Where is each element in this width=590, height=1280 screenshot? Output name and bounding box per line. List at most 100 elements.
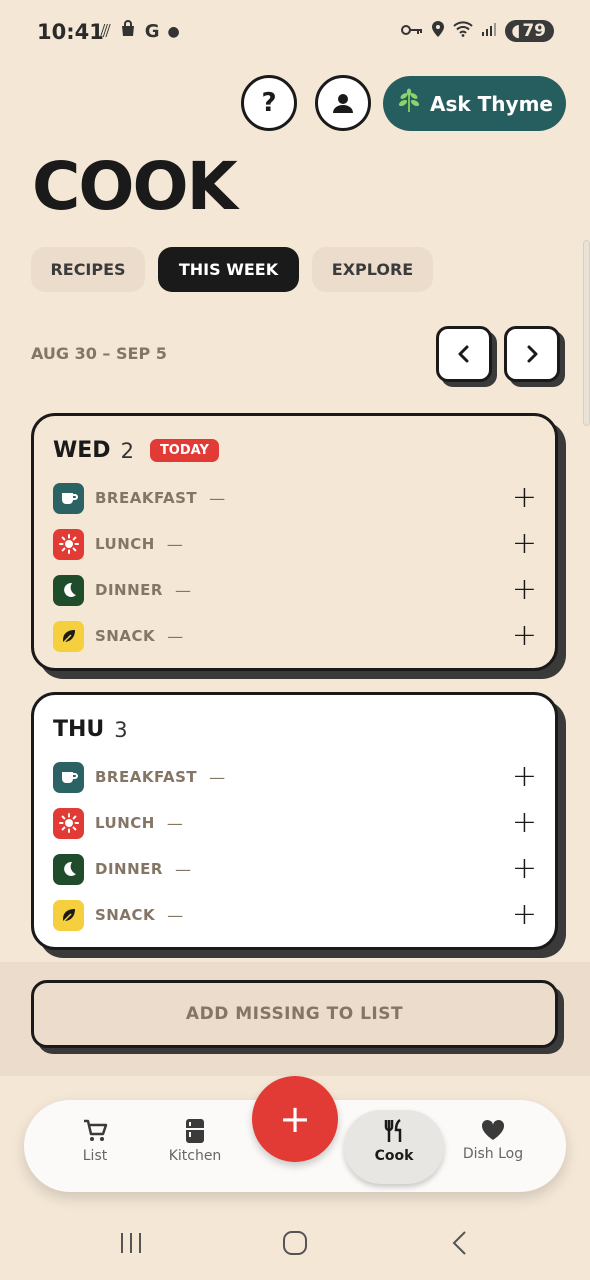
- day-header: WED 2 TODAY: [53, 438, 219, 463]
- coffee-cup-icon: [53, 761, 84, 793]
- profile-button[interactable]: [315, 75, 371, 131]
- meal-label: SNACK: [95, 906, 156, 924]
- add-meal-button[interactable]: +: [512, 621, 537, 651]
- add-meal-button[interactable]: +: [512, 529, 537, 559]
- signal-icon: [481, 21, 497, 41]
- add-meal-button[interactable]: +: [512, 575, 537, 605]
- thyme-leaf-icon: [396, 88, 422, 120]
- add-meal-button[interactable]: +: [512, 854, 537, 884]
- dot-icon: ●: [167, 23, 180, 40]
- week-date-range: AUG 30 – SEP 5: [31, 344, 167, 363]
- day-header: THU 3: [53, 717, 128, 742]
- google-icon: G: [144, 21, 160, 42]
- nav-item-cook[interactable]: Cook: [344, 1110, 444, 1184]
- meal-row-lunch[interactable]: LUNCH — +: [53, 807, 537, 839]
- vpn-key-icon: [401, 22, 423, 41]
- tab-recipes[interactable]: RECIPES: [31, 247, 145, 292]
- meal-value: —: [174, 859, 191, 879]
- fridge-icon: [186, 1119, 204, 1143]
- meal-row-snack[interactable]: SNACK — +: [53, 899, 537, 931]
- plus-icon: +: [279, 1097, 311, 1141]
- meal-row-lunch[interactable]: LUNCH — +: [53, 528, 537, 560]
- today-badge: TODAY: [149, 439, 219, 462]
- recent-apps-button[interactable]: [118, 1230, 144, 1263]
- help-icon: ?: [261, 88, 277, 118]
- meal-label: BREAKFAST: [95, 768, 198, 786]
- nav-item-list[interactable]: List: [50, 1118, 140, 1164]
- battery-indicator: ◖ 79: [505, 20, 554, 42]
- nav-label: Dish Log: [462, 1146, 524, 1162]
- add-meal-button[interactable]: +: [512, 483, 537, 513]
- page-title: COOK: [32, 148, 238, 225]
- meal-row-snack[interactable]: SNACK — +: [53, 620, 537, 652]
- meal-row-dinner[interactable]: DINNER — +: [53, 853, 537, 885]
- chevron-left-icon: [458, 345, 469, 363]
- previous-week-button[interactable]: [436, 326, 492, 382]
- status-time: 10:41: [37, 20, 104, 44]
- home-button[interactable]: [282, 1230, 308, 1263]
- heart-icon: [481, 1119, 505, 1140]
- ask-thyme-button[interactable]: Ask Thyme: [383, 76, 566, 131]
- chevron-right-icon: [527, 345, 538, 363]
- sun-icon: [53, 807, 84, 839]
- next-week-button[interactable]: [504, 326, 560, 382]
- user-icon: [333, 94, 353, 113]
- tab-this-week[interactable]: THIS WEEK: [158, 247, 299, 292]
- recent-apps-icon: [121, 1233, 141, 1253]
- nav-item-kitchen[interactable]: Kitchen: [150, 1118, 240, 1164]
- wifi-off-icon: ⫻: [100, 21, 111, 42]
- add-meal-button[interactable]: +: [512, 900, 537, 930]
- meal-value: —: [174, 580, 191, 600]
- shopping-bag-icon: [119, 20, 137, 43]
- leaf-icon: [53, 620, 84, 652]
- day-card-thu: THU 3 BREAKFAST — + LUNCH — + DINNER — +…: [31, 692, 558, 950]
- moon-icon: [53, 574, 84, 606]
- cart-icon: [84, 1119, 108, 1141]
- day-number: 3: [114, 717, 128, 742]
- moon-icon: [53, 853, 84, 885]
- back-button[interactable]: [450, 1230, 470, 1263]
- fork-knife-icon: [384, 1118, 402, 1142]
- wifi-icon: [453, 21, 474, 41]
- meal-value: —: [167, 905, 184, 925]
- leaf-icon: [53, 899, 84, 931]
- add-fab-button[interactable]: +: [252, 1076, 338, 1162]
- scrollbar-thumb[interactable]: [583, 240, 590, 426]
- system-nav-bar: [0, 1212, 590, 1280]
- ask-thyme-label: Ask Thyme: [430, 91, 553, 116]
- meal-row-breakfast[interactable]: BREAKFAST — +: [53, 482, 537, 514]
- nav-label: List: [82, 1148, 108, 1164]
- meal-value: —: [166, 813, 183, 833]
- meal-label: BREAKFAST: [95, 489, 198, 507]
- meal-value: —: [209, 488, 226, 508]
- help-button[interactable]: ?: [241, 75, 297, 131]
- day-card-wed: WED 2 TODAY BREAKFAST — + LUNCH — + DINN…: [31, 413, 558, 671]
- coffee-cup-icon: [53, 482, 84, 514]
- nav-label: Cook: [374, 1148, 414, 1164]
- meal-label: LUNCH: [95, 535, 155, 553]
- status-bar: 10:41 ⫻ G ● ◖ 79: [0, 0, 590, 64]
- meal-value: —: [209, 767, 226, 787]
- meal-label: SNACK: [95, 627, 156, 645]
- status-right-icons: ◖ 79: [401, 20, 554, 42]
- meal-value: —: [166, 534, 183, 554]
- tab-explore[interactable]: EXPLORE: [312, 247, 433, 292]
- meal-row-dinner[interactable]: DINNER — +: [53, 574, 537, 606]
- day-number: 2: [120, 438, 134, 463]
- sun-icon: [53, 528, 84, 560]
- home-icon: [283, 1231, 307, 1255]
- nav-item-dish-log[interactable]: Dish Log: [448, 1118, 538, 1162]
- meal-label: LUNCH: [95, 814, 155, 832]
- add-meal-button[interactable]: +: [512, 808, 537, 838]
- meal-label: DINNER: [95, 581, 163, 599]
- meal-row-breakfast[interactable]: BREAKFAST — +: [53, 761, 537, 793]
- nav-label: Kitchen: [168, 1148, 222, 1164]
- battery-icon: ◖: [511, 21, 521, 41]
- meal-value: —: [167, 626, 184, 646]
- day-name: THU: [53, 717, 105, 742]
- meal-label: DINNER: [95, 860, 163, 878]
- location-icon: [431, 20, 445, 42]
- add-meal-button[interactable]: +: [512, 762, 537, 792]
- battery-level: 79: [522, 21, 546, 41]
- add-missing-to-list-button[interactable]: ADD MISSING TO LIST: [31, 980, 558, 1048]
